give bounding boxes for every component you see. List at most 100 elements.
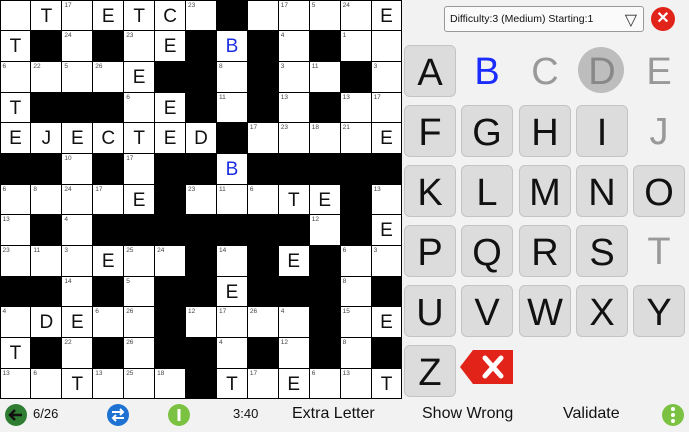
letter-cell[interactable]: D (31, 307, 62, 338)
key-n[interactable]: N (576, 165, 628, 217)
empty-cell[interactable]: 21 (340, 123, 371, 153)
swap-icon[interactable] (106, 403, 129, 426)
empty-cell[interactable]: 4 (278, 31, 309, 61)
empty-cell[interactable]: 26 (124, 307, 155, 338)
empty-cell[interactable]: 23 (0, 246, 31, 276)
empty-cell[interactable]: 22 (31, 61, 62, 92)
letter-cell[interactable]: E (0, 123, 31, 153)
key-o[interactable]: O (633, 165, 685, 217)
empty-cell[interactable]: 4 (216, 338, 247, 368)
empty-cell[interactable]: 6 (340, 246, 371, 276)
empty-cell[interactable]: 4 (62, 215, 93, 246)
letter-cell[interactable]: E (155, 31, 186, 61)
empty-cell[interactable]: 17 (216, 307, 247, 338)
key-u[interactable]: U (404, 285, 456, 337)
empty-cell[interactable]: 6 (309, 368, 340, 399)
key-c[interactable]: C (519, 45, 571, 97)
letter-cell[interactable]: B (216, 31, 247, 61)
empty-cell[interactable]: 26 (93, 61, 124, 92)
crossword-grid[interactable]: T 17 E T C 23 17 5 24 E T 24 23 E B 4 1 6 22 5 26 E 8 3 11 3 T 6 E 11… (0, 0, 402, 399)
letter-cell[interactable]: E (278, 368, 309, 399)
empty-cell[interactable]: 8 (216, 61, 247, 92)
letter-cell[interactable]: J (31, 123, 62, 153)
key-w[interactable]: W (519, 285, 571, 337)
key-f[interactable]: F (404, 105, 456, 157)
empty-cell[interactable]: 13 (340, 368, 371, 399)
empty-cell[interactable]: 13 (0, 368, 31, 399)
difficulty-dropdown[interactable]: Difficulty:3 (Medium) Starting:1 ▽ (444, 6, 644, 32)
empty-cell[interactable]: 3 (62, 246, 93, 276)
empty-cell[interactable]: 6 (31, 368, 62, 399)
letter-cell[interactable]: T (31, 0, 62, 31)
empty-cell[interactable]: 13 (93, 368, 124, 399)
empty-cell[interactable]: 24 (340, 0, 371, 31)
letter-cell[interactable]: E (309, 184, 340, 215)
key-d[interactable]: D (576, 45, 628, 97)
letter-cell[interactable]: T (0, 92, 31, 123)
key-j[interactable]: J (633, 105, 685, 157)
empty-cell[interactable] (371, 31, 402, 61)
empty-cell[interactable]: 6 (124, 92, 155, 123)
empty-cell[interactable]: 23 (124, 31, 155, 61)
key-g[interactable]: G (461, 105, 513, 157)
empty-cell[interactable]: 8 (340, 338, 371, 368)
empty-cell[interactable]: 17 (62, 0, 93, 31)
validate-button[interactable]: Validate (563, 404, 620, 424)
empty-cell[interactable]: 23 (278, 123, 309, 153)
letter-cell[interactable]: E (155, 92, 186, 123)
empty-cell[interactable]: 11 (309, 61, 340, 92)
extra-letter-button[interactable]: Extra Letter (292, 404, 375, 424)
key-q[interactable]: Q (461, 225, 513, 277)
letter-cell[interactable]: E (371, 123, 402, 153)
empty-cell[interactable]: 17 (247, 368, 278, 399)
empty-cell[interactable] (247, 0, 278, 31)
empty-cell[interactable]: 4 (0, 307, 31, 338)
empty-cell[interactable]: 18 (155, 368, 186, 399)
letter-cell[interactable]: T (124, 123, 155, 153)
empty-cell[interactable]: 10 (62, 153, 93, 184)
empty-cell[interactable]: 11 (31, 246, 62, 276)
empty-cell[interactable] (0, 0, 31, 31)
empty-cell[interactable]: 8 (340, 276, 371, 307)
empty-cell[interactable]: 6 (93, 307, 124, 338)
letter-cell[interactable]: E (155, 123, 186, 153)
letter-cell[interactable]: T (0, 31, 31, 61)
empty-cell[interactable]: 24 (62, 31, 93, 61)
empty-cell[interactable]: 17 (93, 184, 124, 215)
empty-cell[interactable]: 6 (247, 184, 278, 215)
empty-cell[interactable]: 11 (216, 92, 247, 123)
key-v[interactable]: V (461, 285, 513, 337)
empty-cell[interactable]: 17 (247, 123, 278, 153)
empty-cell[interactable]: 6 (0, 184, 31, 215)
letter-cell[interactable]: E (62, 123, 93, 153)
letter-cell[interactable]: E (93, 246, 124, 276)
empty-cell[interactable]: 13 (278, 92, 309, 123)
key-y[interactable]: Y (633, 285, 685, 337)
letter-cell[interactable]: D (186, 123, 216, 153)
backspace-icon[interactable] (459, 348, 515, 386)
back-arrow-icon[interactable] (4, 403, 27, 426)
key-k[interactable]: K (404, 165, 456, 217)
empty-cell[interactable]: 14 (216, 246, 247, 276)
letter-cell[interactable]: T (216, 368, 247, 399)
letter-cell[interactable]: E (371, 215, 402, 246)
key-m[interactable]: M (519, 165, 571, 217)
empty-cell[interactable]: 14 (62, 276, 93, 307)
empty-cell[interactable]: 3 (371, 61, 402, 92)
empty-cell[interactable]: 23 (186, 0, 216, 31)
empty-cell[interactable]: 6 (0, 61, 31, 92)
empty-cell[interactable]: 24 (155, 246, 186, 276)
letter-cell[interactable]: E (124, 184, 155, 215)
key-s[interactable]: S (576, 225, 628, 277)
letter-cell[interactable]: B (216, 153, 247, 184)
empty-cell[interactable]: 17 (371, 92, 402, 123)
empty-cell[interactable]: 17 (124, 153, 155, 184)
letter-cell[interactable]: E (371, 307, 402, 338)
empty-cell[interactable]: 24 (62, 184, 93, 215)
letter-cell[interactable]: T (124, 0, 155, 31)
key-h[interactable]: H (519, 105, 571, 157)
letter-cell[interactable]: T (0, 338, 31, 368)
key-b[interactable]: B (461, 45, 513, 97)
empty-cell[interactable]: 5 (309, 0, 340, 31)
empty-cell[interactable]: 5 (62, 61, 93, 92)
